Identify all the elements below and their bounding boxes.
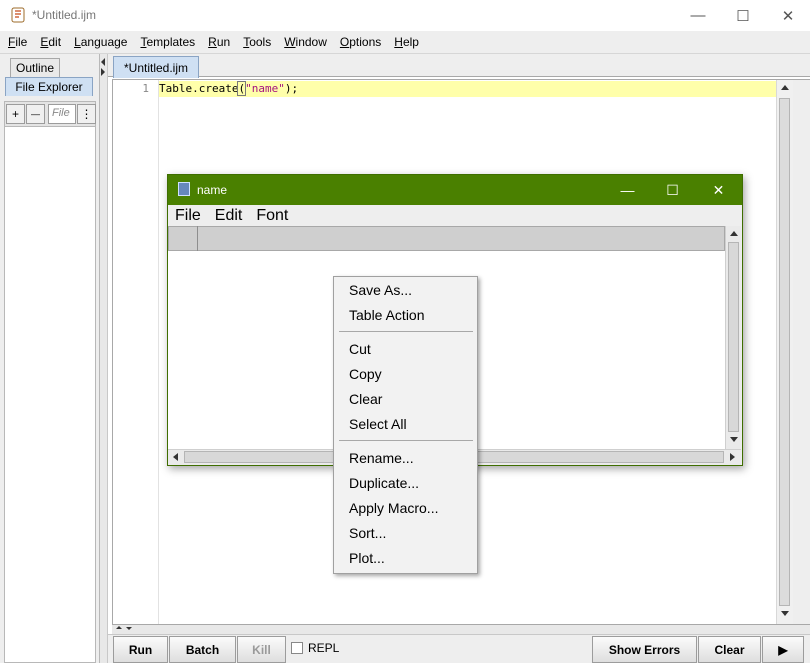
play-icon: ▶ <box>778 642 788 657</box>
table-header[interactable] <box>168 226 725 251</box>
table-row-header-cell[interactable] <box>168 226 198 251</box>
table-menu-edit[interactable]: Edit <box>215 207 243 225</box>
table-menu-file[interactable]: File <box>175 207 201 225</box>
clear-console-button[interactable]: Clear <box>698 636 761 663</box>
scroll-up-icon[interactable] <box>730 231 738 236</box>
editor-tab-bar <box>108 54 810 77</box>
editor-right-edge <box>793 80 810 624</box>
menu-item-duplicate[interactable]: Duplicate... <box>349 475 419 491</box>
menu-item-plot[interactable]: Plot... <box>349 550 385 566</box>
split-up-icon[interactable] <box>116 626 122 629</box>
menu-help[interactable]: Help <box>394 35 419 49</box>
add-folder-button[interactable]: + <box>6 104 25 124</box>
menu-item-save-as[interactable]: Save As... <box>349 282 412 298</box>
close-icon: ✕ <box>781 7 795 25</box>
minimize-button[interactable]: — <box>675 0 721 31</box>
window-title: *Untitled.ijm <box>32 8 97 22</box>
table-vertical-scroll-thumb[interactable] <box>728 242 739 432</box>
table-menu-bar: File Edit Font <box>168 205 742 226</box>
menu-bar: File Edit Language Templates Run Tools W… <box>0 31 810 54</box>
table-minimize-button[interactable]: — <box>605 175 650 205</box>
line-number-gutter <box>113 80 159 624</box>
table-icon <box>178 182 190 196</box>
tab-file-explorer[interactable]: File Explorer <box>5 77 93 96</box>
menu-options[interactable]: Options <box>340 35 381 49</box>
menu-item-sort[interactable]: Sort... <box>349 525 386 541</box>
menu-item-rename[interactable]: Rename... <box>349 450 414 466</box>
file-filter-input[interactable]: File <box>48 104 76 124</box>
split-down-icon[interactable] <box>126 627 132 630</box>
run-button[interactable]: Run <box>113 636 168 663</box>
panel-splitter[interactable] <box>100 54 108 663</box>
scroll-down-icon[interactable] <box>781 611 789 616</box>
close-icon: ✕ <box>712 181 725 198</box>
minimize-icon: — <box>620 182 635 198</box>
batch-button[interactable]: Batch <box>169 636 236 663</box>
show-errors-button[interactable]: Show Errors <box>592 636 697 663</box>
file-tree[interactable] <box>4 127 96 663</box>
expand-right-icon[interactable] <box>101 68 105 76</box>
kill-button[interactable]: Kill <box>237 636 286 663</box>
remove-folder-button[interactable]: — <box>26 104 45 124</box>
table-window-title: name <box>197 183 228 197</box>
menu-file[interactable]: File <box>8 35 27 49</box>
scroll-left-icon[interactable] <box>173 453 178 461</box>
maximize-icon: ☐ <box>666 181 679 198</box>
menu-item-table-action[interactable]: Table Action <box>349 307 425 323</box>
menu-item-cut[interactable]: Cut <box>349 341 371 357</box>
menu-run[interactable]: Run <box>208 35 230 49</box>
line-number: 1 <box>142 82 149 95</box>
menu-separator <box>339 331 473 332</box>
collapse-left-icon[interactable] <box>101 58 105 66</box>
code-line-1[interactable]: Table.create("name"); <box>159 81 298 96</box>
string-literal: "name" <box>245 82 285 95</box>
menu-item-copy[interactable]: Copy <box>349 366 382 382</box>
repl-checkbox[interactable] <box>291 642 303 654</box>
file-explorer-toolbar: + — File ⋮ <box>4 101 96 127</box>
menu-item-apply-macro[interactable]: Apply Macro... <box>349 500 438 516</box>
menu-templates[interactable]: Templates <box>140 35 195 49</box>
scroll-up-icon[interactable] <box>781 85 789 90</box>
more-options-button[interactable]: ⋮ <box>77 104 96 124</box>
menu-separator <box>339 440 473 441</box>
table-maximize-button[interactable]: ☐ <box>650 175 695 205</box>
tab-outline[interactable]: Outline <box>10 58 60 77</box>
menu-item-clear[interactable]: Clear <box>349 391 382 407</box>
editor-scroll-thumb[interactable] <box>779 98 790 606</box>
menu-edit[interactable]: Edit <box>40 35 61 49</box>
scroll-right-icon[interactable] <box>730 453 735 461</box>
next-button[interactable]: ▶ <box>762 636 804 663</box>
maximize-icon: ☐ <box>736 7 750 25</box>
editor-console-splitter[interactable] <box>112 625 810 634</box>
menu-tools[interactable]: Tools <box>243 35 271 49</box>
maximize-button[interactable]: ☐ <box>720 0 766 31</box>
repl-label: REPL <box>308 641 340 655</box>
menu-language[interactable]: Language <box>74 35 127 49</box>
tab-untitled-ijm[interactable]: *Untitled.ijm <box>113 56 199 78</box>
close-button[interactable]: ✕ <box>765 0 810 31</box>
table-menu-font[interactable]: Font <box>256 207 288 225</box>
scroll-down-icon[interactable] <box>730 437 738 442</box>
menu-item-select-all[interactable]: Select All <box>349 416 407 432</box>
table-close-button[interactable]: ✕ <box>696 175 741 205</box>
minimize-icon: — <box>690 7 706 24</box>
imagej-app-icon <box>10 7 26 23</box>
menu-window[interactable]: Window <box>284 35 327 49</box>
